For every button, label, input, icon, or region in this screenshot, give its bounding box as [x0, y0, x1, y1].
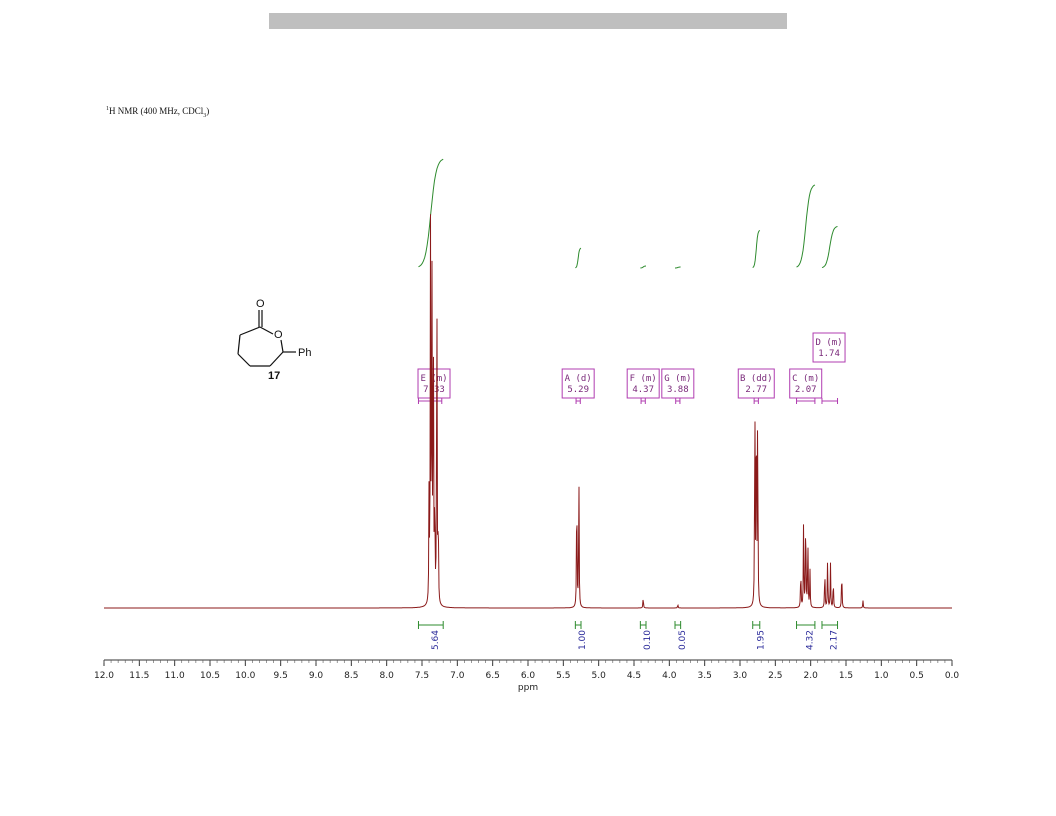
integral-curve	[752, 230, 761, 268]
multiplet-shift: 3.88	[667, 385, 689, 395]
integral-curve	[675, 266, 681, 269]
x-tick-label: 11.0	[165, 671, 185, 681]
x-tick-label: 5.0	[592, 671, 607, 681]
integral-value: 2.17	[830, 630, 840, 650]
x-tick-label: 7.5	[415, 671, 429, 681]
x-tick-label: 12.0	[94, 671, 114, 681]
x-tick-label: 11.5	[129, 671, 149, 681]
x-tick-label: 1.5	[839, 671, 853, 681]
x-tick-label: 5.5	[556, 671, 570, 681]
x-tick-label: 2.0	[804, 671, 819, 681]
integral-value: 1.00	[578, 630, 588, 650]
x-tick-label: 2.5	[768, 671, 782, 681]
x-tick-label: 8.5	[344, 671, 358, 681]
multiplet-label: C (m)	[792, 374, 819, 384]
compound-number: 17	[268, 370, 280, 382]
multiplet-label: D (m)	[815, 338, 842, 348]
multiplet-shift: 2.77	[745, 385, 767, 395]
integral-curve	[575, 247, 582, 269]
x-tick-label: 6.0	[521, 671, 536, 681]
integral-curve	[821, 226, 838, 268]
multiplet-label: F (m)	[630, 374, 657, 384]
multiplet-shift: 5.29	[567, 385, 589, 395]
x-tick-label: 3.0	[733, 671, 748, 681]
integral-bars: 5.64 1.00 0.10 0.05 1.95 4.32 2.17	[417, 621, 840, 650]
ring-oxygen-label: O	[274, 329, 283, 341]
x-tick-label: 10.5	[200, 671, 220, 681]
multiplet-label: G (m)	[664, 374, 691, 384]
chemical-structure	[237, 310, 296, 367]
integral-curve	[796, 184, 816, 268]
x-tick-label: 10.0	[235, 671, 255, 681]
x-tick-label: 8.0	[380, 671, 395, 681]
integral-curve	[640, 265, 646, 269]
multiplet-annotations: E (m)7.33A (d)5.29F (m)4.37G (m)3.88B (d…	[417, 332, 846, 404]
multiplet-shift: 4.37	[632, 385, 654, 395]
x-tick-label: 3.5	[698, 671, 712, 681]
x-tick-label: 6.5	[486, 671, 500, 681]
integral-value: 5.64	[431, 630, 441, 650]
nmr-spectrum-chart: O O Ph 17 E (m)7.33A (d)5.29F (m)4.37G (…	[94, 158, 960, 693]
integral-value: 1.95	[756, 630, 766, 650]
integral-value: 0.10	[643, 630, 653, 650]
x-tick-label: 4.5	[627, 671, 641, 681]
carbonyl-oxygen-label: O	[256, 298, 265, 310]
multiplet-shift: 2.07	[795, 385, 817, 395]
spectrum-trace	[104, 214, 952, 609]
multiplet-shift: 1.74	[818, 349, 840, 359]
integral-value: 4.32	[806, 630, 816, 650]
x-tick-label: 0.0	[945, 671, 960, 681]
x-tick-label: 9.0	[309, 671, 324, 681]
x-axis-label: ppm	[518, 683, 538, 693]
x-axis: 12.0 11.5 11.0 10.5 10.0 9.5 9.0 8.5 8.0 7.5 7.0 6.…	[94, 659, 960, 681]
phenyl-label: Ph	[298, 347, 311, 359]
x-tick-label: 1.0	[874, 671, 889, 681]
x-tick-label: 4.0	[662, 671, 677, 681]
multiplet-label: B (dd)	[740, 374, 773, 384]
integral-curves	[418, 158, 838, 269]
x-tick-label: 9.5	[274, 671, 288, 681]
integral-value: 0.05	[678, 630, 688, 650]
multiplet-label: A (d)	[565, 374, 592, 384]
x-tick-label: 0.5	[910, 671, 924, 681]
x-tick-label: 7.0	[450, 671, 465, 681]
